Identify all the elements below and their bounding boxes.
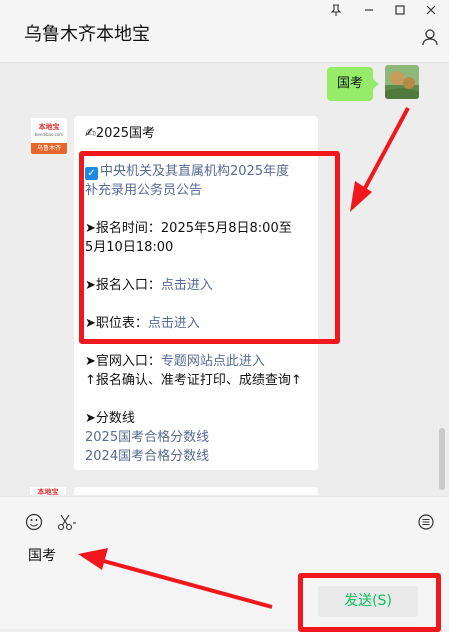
emoji-icon[interactable] [25, 513, 43, 531]
score-link-2024[interactable]: 2024国考合格分数线 [85, 447, 209, 466]
bot-avatar[interactable]: 本地宝 bendibao.com 乌鲁木齐 [30, 117, 68, 155]
message-heading: ✍2025国考 [85, 124, 155, 143]
arrow-icon: ➤ [85, 411, 96, 426]
chat-scrollbar[interactable] [439, 428, 445, 490]
heading-text: 2025国考 [95, 126, 155, 141]
message-input[interactable]: 国考 [28, 545, 56, 565]
maximize-icon[interactable] [394, 4, 406, 16]
scissors-screenshot-icon[interactable] [57, 513, 79, 531]
chat-title: 乌鲁木齐本地宝 [24, 24, 150, 45]
bot-avatar-next[interactable]: 本地宝 [30, 487, 66, 495]
official-link[interactable]: 专题网站点此进入 [161, 354, 265, 369]
official-label: 官网入口： [95, 354, 161, 369]
score-label: 分数线 [95, 411, 135, 426]
avatar-brand-text: 本地宝 [38, 123, 60, 131]
annotation-box-send [298, 573, 441, 632]
pin-icon[interactable] [330, 4, 342, 16]
bot-message-next[interactable] [74, 487, 318, 495]
arrow-icon: ➤ [85, 354, 96, 369]
score-link-2025[interactable]: 2025国考合格分数线 [85, 428, 209, 447]
writing-hand-icon: ✍ [85, 126, 96, 141]
chat-history-icon[interactable] [418, 513, 434, 531]
avatar-city-text: 乌鲁木齐 [31, 143, 67, 154]
official-line: ➤官网入口：专题网站点此进入 [85, 352, 265, 371]
annotation-box-details [79, 151, 340, 344]
my-message-bubble[interactable]: 国考 [327, 67, 380, 101]
official-note: ↑报名确认、准考证打印、成绩查询↑ [85, 373, 302, 388]
close-icon[interactable] [425, 4, 437, 16]
minimize-icon[interactable] [363, 4, 375, 16]
score-line: ➤分数线 [85, 409, 135, 428]
landscape-avatar-icon [385, 65, 419, 99]
avatar-domain-text: bendibao.com [34, 132, 64, 137]
title-bar: 乌鲁木齐本地宝 [0, 0, 449, 63]
chat-info-person-icon[interactable] [421, 28, 439, 46]
my-avatar[interactable] [385, 65, 419, 99]
